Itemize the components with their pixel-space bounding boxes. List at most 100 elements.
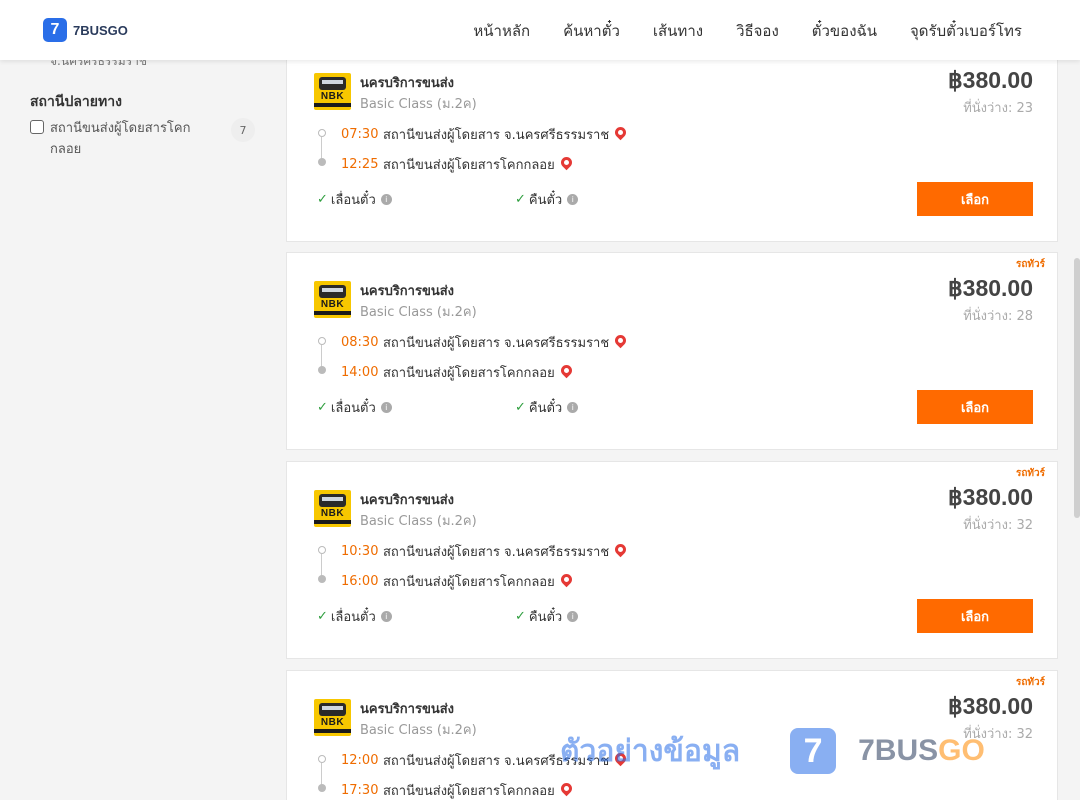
check-icon: ✓ [515, 609, 526, 624]
departure-time: 10:30 [341, 544, 379, 559]
departure-time: 07:30 [341, 127, 379, 142]
ticket-price: ฿380.00 [948, 693, 1033, 719]
logo-strip [314, 520, 351, 524]
policy-label: เลื่อนตั๋ว [330, 610, 376, 625]
trip-card: รถทัวร์ NBK นครบริการขนส่ง Basic Class (… [286, 252, 1058, 450]
refund-ticket-policy: ✓ คืนตั๋ว i [515, 397, 579, 418]
select-trip-button[interactable]: เลือก [917, 599, 1033, 633]
select-trip-button[interactable]: เลือก [917, 182, 1033, 216]
departure-stop: 08:30 สถานีขนส่งผู้โดยสาร จ.นครศรีธรรมรา… [341, 332, 629, 353]
nav-search-tickets[interactable]: ค้นหาตั๋ว [563, 19, 620, 43]
change-ticket-policy: ✓ เลื่อนตั๋ว i [317, 606, 392, 627]
watermark-brand-part1: 7BUS [858, 734, 939, 767]
info-icon[interactable]: i [380, 611, 392, 622]
check-icon: ✓ [317, 609, 328, 624]
operator-name: นครบริการขนส่ง [360, 76, 455, 91]
info-icon[interactable]: i [567, 611, 579, 622]
sample-data-watermark: ตัวอย่างข้อมูล 7 7BUSGO [560, 726, 985, 776]
change-ticket-policy: ✓ เลื่อนตั๋ว i [317, 189, 392, 210]
bus-class: Basic Class (ม.2ค) [360, 514, 477, 529]
logo-text: 7BUSGO [73, 22, 128, 38]
check-icon: ✓ [515, 192, 526, 207]
select-trip-button[interactable]: เลือก [917, 390, 1033, 424]
arrival-stop: 12:25 สถานีขนส่งผู้โดยสารโคกกลอย [341, 154, 575, 175]
bus-type-badge: รถทัวร์ [1015, 468, 1045, 479]
trip-card: รถทัวร์ NBK นครบริการขนส่ง Basic Class (… [286, 461, 1058, 659]
operator-logo: NBK [314, 699, 351, 736]
nav-how-to-book[interactable]: วิธีจอง [736, 19, 779, 43]
operator-logo-text: NBK [320, 717, 345, 728]
bus-icon [319, 285, 346, 298]
arrival-time: 16:00 [341, 574, 379, 589]
main-nav: หน้าหลัก ค้นหาตั๋ว เส้นทาง วิธีจอง ตั๋วข… [473, 19, 1022, 43]
info-icon[interactable]: i [567, 402, 579, 413]
route-timeline [318, 755, 326, 792]
policy-label: เลื่อนตั๋ว [330, 193, 376, 208]
arrival-stop: 16:00 สถานีขนส่งผู้โดยสารโคกกลอย [341, 571, 575, 592]
info-icon[interactable]: i [380, 402, 392, 413]
map-pin-icon[interactable] [612, 124, 629, 141]
map-pin-icon[interactable] [558, 780, 575, 797]
refund-ticket-policy: ✓ คืนตั๋ว i [515, 606, 579, 627]
departure-station: สถานีขนส่งผู้โดยสาร จ.นครศรีธรรมราช [383, 545, 610, 560]
page-scrollbar[interactable] [1074, 258, 1080, 518]
check-icon: ✓ [317, 400, 328, 415]
bus-icon [319, 494, 346, 507]
info-icon[interactable]: i [567, 194, 579, 205]
seats-available: ที่นั่งว่าง: 28 [963, 309, 1033, 324]
operator-logo: NBK [314, 73, 351, 110]
watermark-brand-part2: GO [938, 734, 985, 767]
map-pin-icon[interactable] [558, 571, 575, 588]
operator-name: นครบริการขนส่ง [360, 702, 455, 717]
ticket-price: ฿380.00 [948, 484, 1033, 510]
bus-class: Basic Class (ม.2ค) [360, 723, 477, 738]
bus-type-badge: รถทัวร์ [1015, 677, 1045, 688]
operator-logo: NBK [314, 281, 351, 318]
seats-available: ที่นั่งว่าง: 32 [963, 518, 1033, 533]
policy-label: เลื่อนตั๋ว [330, 401, 376, 416]
nav-pickup-points[interactable]: จุดรับตั๋วเบอร์โทร [910, 19, 1022, 43]
site-logo[interactable]: 7 7BUSGO [43, 18, 128, 42]
arrival-stop: 14:00 สถานีขนส่งผู้โดยสารโคกกลอย [341, 362, 575, 383]
change-ticket-policy: ✓ เลื่อนตั๋ว i [317, 397, 392, 418]
info-icon[interactable]: i [380, 194, 392, 205]
watermark-logo-icon: 7 [790, 728, 837, 774]
bus-class: Basic Class (ม.2ค) [360, 97, 477, 112]
map-pin-icon[interactable] [558, 154, 575, 171]
refund-ticket-policy: ✓ คืนตั๋ว i [515, 189, 579, 210]
trip-card: NBK นครบริการขนส่ง Basic Class (ม.2ค) ฿3… [286, 44, 1058, 242]
arrival-time: 17:30 [341, 783, 379, 798]
operator-name: นครบริการขนส่ง [360, 493, 455, 508]
policy-label: คืนตั๋ว [528, 401, 563, 416]
ticket-price: ฿380.00 [948, 67, 1033, 93]
arrival-station: สถานีขนส่งผู้โดยสารโคกกลอย [383, 784, 555, 799]
filter-sidebar: จ.นครศรีธรรมราช สถานีปลายทาง สถานีขนส่งผ… [0, 54, 280, 800]
check-icon: ✓ [317, 192, 328, 207]
bus-icon [319, 77, 346, 90]
check-icon: ✓ [515, 400, 526, 415]
arrival-stop: 17:30 สถานีขนส่งผู้โดยสารโคกกลอย [341, 780, 575, 800]
logo-strip [314, 311, 351, 315]
filter-checkbox[interactable] [30, 120, 44, 134]
operator-logo-text: NBK [320, 91, 345, 102]
nav-home[interactable]: หน้าหลัก [473, 19, 530, 43]
logo-strip [314, 729, 351, 733]
arrival-station: สถานีขนส่งผู้โดยสารโคกกลอย [383, 158, 555, 173]
map-pin-icon[interactable] [558, 362, 575, 379]
bus-type-badge: รถทัวร์ [1015, 259, 1045, 270]
departure-time: 12:00 [341, 753, 379, 768]
top-header: 7 7BUSGO หน้าหลัก ค้นหาตั๋ว เส้นทาง วิธี… [0, 0, 1080, 60]
filter-option-label: สถานีขนส่งผู้โดยสารโคกกลอย [50, 121, 191, 157]
filter-count-badge: 7 [231, 118, 255, 142]
departure-stop: 10:30 สถานีขนส่งผู้โดยสาร จ.นครศรีธรรมรา… [341, 541, 629, 562]
policy-label: คืนตั๋ว [528, 610, 563, 625]
nav-routes[interactable]: เส้นทาง [653, 19, 703, 43]
watermark-brand: 7BUSGO [858, 734, 985, 768]
nav-my-tickets[interactable]: ตั๋วของฉัน [812, 19, 877, 43]
map-pin-icon[interactable] [612, 541, 629, 558]
map-pin-icon[interactable] [612, 332, 629, 349]
departure-time: 08:30 [341, 335, 379, 350]
arrival-station: สถานีขนส่งผู้โดยสารโคกกลอย [383, 366, 555, 381]
destination-station-title: สถานีปลายทาง [30, 94, 122, 110]
watermark-text: ตัวอย่างข้อมูล [560, 733, 741, 769]
